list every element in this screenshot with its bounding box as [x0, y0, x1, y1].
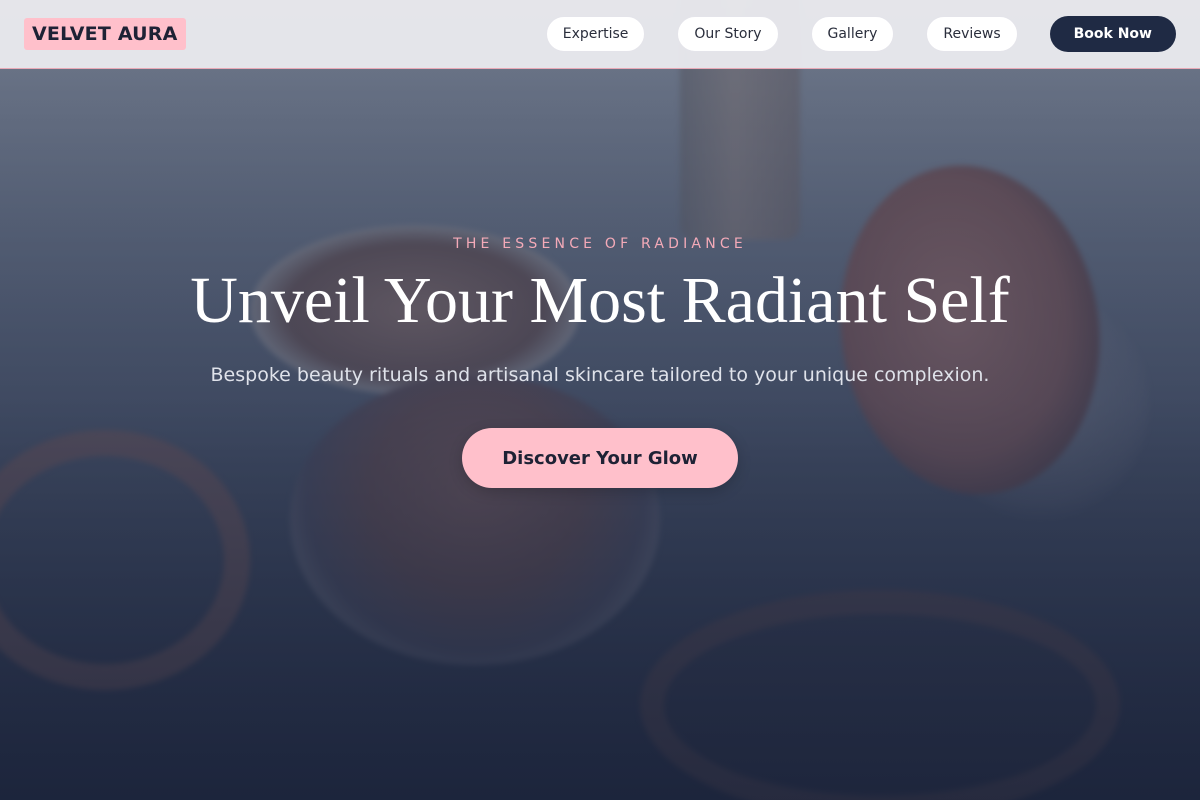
hero-headline: Unveil Your Most Radiant Self	[190, 264, 1010, 337]
book-now-button[interactable]: Book Now	[1049, 16, 1176, 52]
discover-glow-button[interactable]: Discover Your Glow	[462, 428, 738, 488]
site-header: VELVET AURA Expertise Our Story Gallery …	[0, 0, 1200, 69]
nav-link-gallery[interactable]: Gallery	[810, 16, 895, 52]
main-nav: Expertise Our Story Gallery Reviews Book…	[545, 16, 1176, 52]
nav-link-expertise[interactable]: Expertise	[545, 16, 646, 52]
hero-content: THE ESSENCE OF RADIANCE Unveil Your Most…	[0, 0, 1200, 800]
hero-eyebrow: THE ESSENCE OF RADIANCE	[453, 236, 747, 252]
brand-logo[interactable]: VELVET AURA	[24, 18, 186, 50]
hero-subheadline: Bespoke beauty rituals and artisanal ski…	[210, 364, 990, 386]
nav-link-our-story[interactable]: Our Story	[677, 16, 779, 52]
nav-link-reviews[interactable]: Reviews	[926, 16, 1018, 52]
